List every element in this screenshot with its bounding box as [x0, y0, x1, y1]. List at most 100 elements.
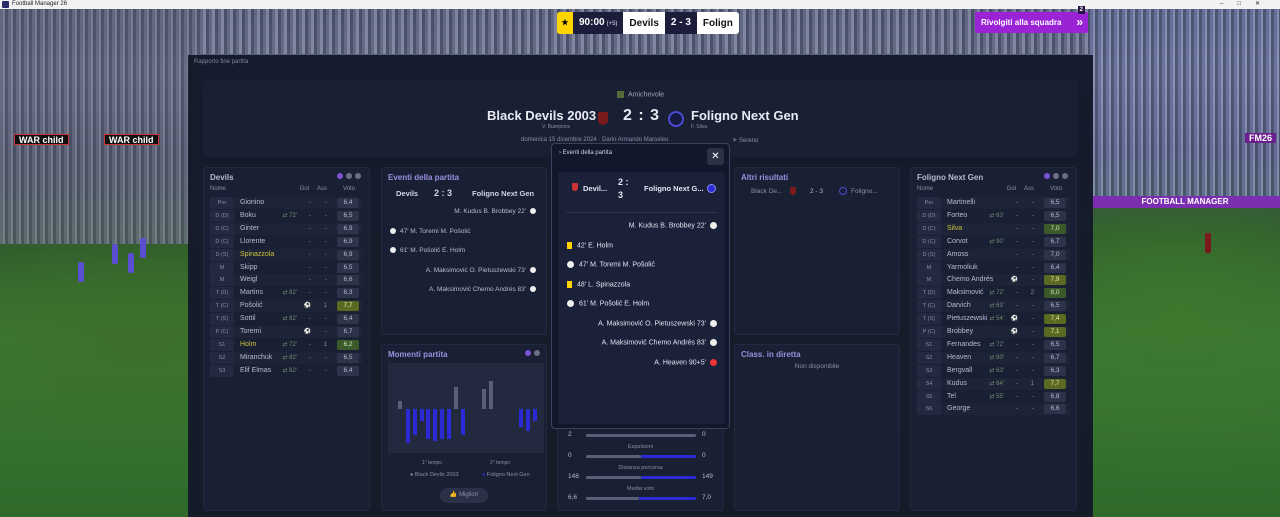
lineup-row[interactable]: Por Gionino - - 6,4: [210, 197, 363, 209]
injury-icon: [710, 358, 717, 366]
lineup-row[interactable]: S3 Bergvall ⇄ 63' - - 6,3: [917, 364, 1070, 377]
home-team-name[interactable]: Black Devils 2003: [487, 108, 596, 123]
position-badge: T (D): [917, 287, 941, 300]
moment-bar: [420, 409, 424, 421]
player-name[interactable]: Pietuszewski: [947, 313, 987, 325]
lineup-row[interactable]: D (D) Forteo ⇄ 63' - - 6,5: [917, 209, 1070, 222]
modal-title: › Eventi della partita: [559, 150, 612, 156]
away-team-name[interactable]: Foligno Next Gen: [691, 108, 799, 123]
other-result-score: 2 - 3: [810, 188, 824, 195]
lineup-row[interactable]: S5 Tel ⇄ 55' - - 6,8: [917, 390, 1070, 403]
player-name[interactable]: Sottil: [240, 313, 256, 325]
stat-bar-home: [586, 434, 696, 437]
talk-to-team-button[interactable]: Rivolgiti alla squadra 2 »: [975, 6, 1088, 33]
player-name[interactable]: Kudus: [947, 378, 967, 390]
moment-bar: [533, 409, 537, 421]
lineup-row[interactable]: P (C) Brobbey ⚽ - 7,1: [917, 326, 1070, 338]
player-name[interactable]: Toremi: [240, 326, 261, 338]
best-moments-button[interactable]: 👍 Migliori: [440, 488, 488, 503]
player-name[interactable]: Martins: [240, 287, 263, 299]
lineup-row[interactable]: D (D) Boku ⇄ 72' - - 6,5: [210, 209, 363, 222]
lineup-row[interactable]: S2 Miranchuk ⇄ 82' - - 6,5: [210, 351, 363, 364]
lineup-row[interactable]: D (C) Ginter - - 6,9: [210, 222, 363, 235]
player-name[interactable]: Corvot: [947, 236, 968, 248]
lineup-row[interactable]: P (C) Toremi ⚽ - 6,7: [210, 326, 363, 338]
assists-cell: 2: [1030, 290, 1034, 297]
lineup-row[interactable]: D (C) Silva - - 7,0: [917, 222, 1070, 235]
player-name[interactable]: Skipp: [240, 262, 258, 274]
player-name[interactable]: Bergvall: [947, 365, 972, 377]
lineup-row[interactable]: M Weigl - - 6,6: [210, 274, 363, 287]
lineup-row[interactable]: D (C) Corvot ⇄ 90' - - 6,7: [917, 235, 1070, 248]
lineup-row[interactable]: T (C) Darvich ⇄ 63' - - 6,5: [917, 300, 1070, 313]
player-name[interactable]: Amoss: [947, 249, 968, 261]
other-result-away[interactable]: Foligno...: [851, 188, 878, 195]
ball-icon: [390, 227, 396, 234]
lineup-row[interactable]: S2 Heaven ⇄ 90' - - 6,7: [917, 351, 1070, 364]
player-name[interactable]: Llorente: [240, 236, 265, 248]
away-crest-icon: [668, 111, 684, 127]
lineup-row[interactable]: T (C) Pošolić ⚽ 1 7,7: [210, 300, 363, 313]
player-name[interactable]: George: [947, 403, 970, 415]
lineup-row[interactable]: S3 Elif Elmas ⇄ 82' - - 6,4: [210, 364, 363, 377]
lineup-row[interactable]: D (S) Spinazzola - - 6,9: [210, 248, 363, 261]
view-dots[interactable]: [1044, 173, 1068, 179]
lineup-row[interactable]: D (S) Amoss - - 7,0: [917, 248, 1070, 261]
substitution-time: ⇄ 82': [282, 367, 297, 374]
player-name[interactable]: Martinelli: [947, 197, 975, 209]
player-name[interactable]: Silva: [947, 223, 962, 235]
scoreboard-away: Folign: [702, 17, 733, 29]
lineup-row[interactable]: T (S) Pietuszewski ⇄ 54' ⚽ - 7,4: [917, 313, 1070, 326]
rating-badge: 6,4: [337, 198, 359, 208]
stat-bar-away: [641, 455, 696, 458]
player-name[interactable]: Yarmoliuk: [947, 262, 978, 274]
breadcrumb[interactable]: Rapporto fine partita: [194, 59, 248, 65]
lineup-row[interactable]: S4 Kudus ⇄ 64' - 1 7,7: [917, 377, 1070, 390]
lineup-row[interactable]: T (S) Sottil ⇄ 82' - - 6,4: [210, 313, 363, 326]
player-name[interactable]: Brobbey: [947, 326, 973, 338]
position-badge: D (D): [210, 209, 234, 222]
player-name[interactable]: Spinazzola: [240, 249, 274, 261]
player-name[interactable]: Ginter: [240, 223, 259, 235]
player-name[interactable]: Weigl: [240, 274, 257, 286]
player-name[interactable]: Forteo: [947, 210, 967, 222]
lineup-row[interactable]: S6 George - - 6,6: [917, 403, 1070, 416]
assists-cell: -: [325, 354, 327, 361]
window-controls[interactable]: –□✕: [1220, 0, 1274, 9]
player-name[interactable]: Chemo Andrés: [947, 274, 993, 286]
ball-icon: [710, 222, 717, 229]
lineup-row[interactable]: D (C) Llorente - - 6,9: [210, 235, 363, 248]
close-button[interactable]: ✕: [707, 148, 724, 165]
view-dots[interactable]: [337, 173, 361, 179]
goals-cell: -: [1016, 393, 1018, 400]
player-name[interactable]: Tel: [947, 391, 956, 403]
goals-cell: -: [309, 225, 311, 232]
position-badge: D (C): [917, 235, 941, 248]
player-name[interactable]: Fernandes: [947, 339, 980, 351]
lineup-row[interactable]: T (D) Maksimović ⇄ 72' - 2 8,0: [917, 287, 1070, 300]
lineup-row[interactable]: Por Martinelli - - 6,5: [917, 197, 1070, 209]
stat-bar: [586, 497, 696, 500]
lineup-row[interactable]: T (D) Martins ⇄ 82' - - 6,3: [210, 287, 363, 300]
substitution-time: ⇄ 82': [282, 354, 297, 361]
player-name[interactable]: Gionino: [240, 197, 264, 209]
other-result-home[interactable]: Black De...: [751, 188, 782, 195]
lineup-row[interactable]: M Yarmoliuk - - 6,4: [917, 261, 1070, 274]
lineup-row[interactable]: M Skipp - - 6,5: [210, 261, 363, 274]
player-name[interactable]: Pošolić: [240, 300, 263, 312]
player-name[interactable]: Darvich: [947, 300, 971, 312]
window-titlebar: Football Manager 26 –□✕: [0, 0, 1280, 9]
event-text: A. Heaven 90+5': [654, 358, 706, 366]
lineup-row[interactable]: S1 Fernandes ⇄ 72' - - 6,5: [917, 338, 1070, 351]
moments-dots[interactable]: [525, 350, 540, 356]
lineup-row[interactable]: M Chemo Andrés ⚽ - 7,9: [917, 274, 1070, 287]
player-name[interactable]: Holm: [240, 339, 256, 351]
player-name[interactable]: Heaven: [947, 352, 971, 364]
player-name[interactable]: Boku: [240, 210, 256, 222]
lineup-row[interactable]: S1 Holm ⇄ 72' - 1 6,2: [210, 338, 363, 351]
best-moments-label: Migliori: [459, 492, 479, 498]
player-name[interactable]: Elif Elmas: [240, 365, 271, 377]
position-badge: Por: [917, 197, 941, 209]
player-name[interactable]: Maksimović: [947, 287, 984, 299]
player-name[interactable]: Miranchuk: [240, 352, 272, 364]
